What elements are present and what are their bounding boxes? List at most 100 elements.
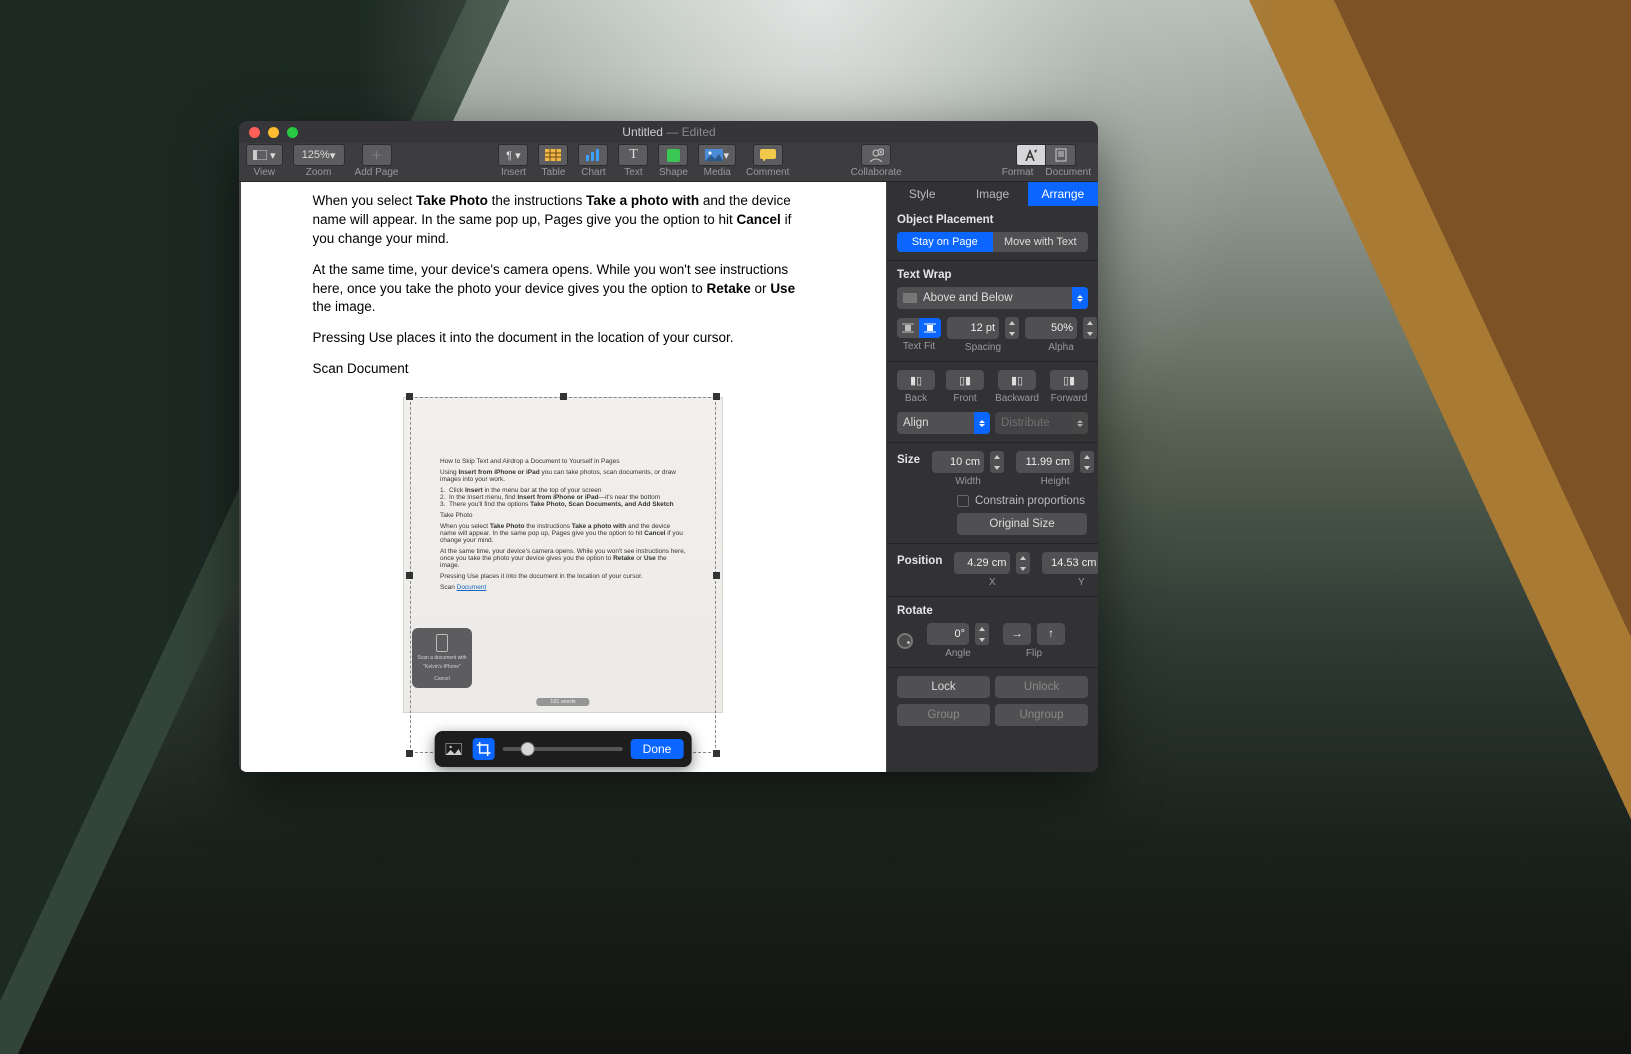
format-label: Format xyxy=(1002,167,1034,178)
comment-label: Comment xyxy=(746,167,789,178)
paragraph-1[interactable]: When you select Take Photo the instructi… xyxy=(313,192,814,249)
ungroup-button[interactable]: Ungroup xyxy=(995,704,1088,726)
height-stepper[interactable] xyxy=(1080,451,1094,473)
resize-handle-tl[interactable] xyxy=(406,393,413,400)
resize-handle-ml[interactable] xyxy=(406,572,413,579)
image-edit-toolbar: Done xyxy=(435,731,692,767)
bring-forward-button[interactable]: ▯▮ xyxy=(1050,370,1088,390)
group-button[interactable]: Group xyxy=(897,704,990,726)
zoom-dropdown[interactable]: 125% ▾ xyxy=(293,144,345,166)
table-label: Table xyxy=(542,167,566,178)
alpha-stepper[interactable] xyxy=(1083,317,1097,339)
format-button[interactable] xyxy=(1016,144,1046,166)
zoom-label: Zoom xyxy=(306,167,332,178)
resize-handle-mr[interactable] xyxy=(713,572,720,579)
forward-label: Forward xyxy=(1051,393,1088,404)
height-label: Height xyxy=(1041,476,1070,487)
paragraph-3[interactable]: Pressing Use places it into the document… xyxy=(313,329,814,348)
add-page-label: Add Page xyxy=(355,167,399,178)
slider-knob[interactable] xyxy=(521,742,535,756)
text-button[interactable]: T xyxy=(618,144,648,166)
alpha-input[interactable]: 50% xyxy=(1025,317,1077,339)
spacing-stepper[interactable] xyxy=(1005,317,1019,339)
comment-button[interactable] xyxy=(753,144,783,166)
resize-handle-tm[interactable] xyxy=(560,393,567,400)
stay-on-page-button[interactable]: Stay on Page xyxy=(897,232,993,252)
constrain-checkbox[interactable] xyxy=(957,495,969,507)
media-label: Media xyxy=(704,167,731,178)
x-input[interactable]: 4.29 cm xyxy=(954,552,1010,574)
text-wrap-dropdown[interactable]: Above and Below xyxy=(897,287,1088,309)
view-label: View xyxy=(254,167,276,178)
spacing-input[interactable]: 12 pt xyxy=(947,317,999,339)
paragraph-2[interactable]: At the same time, your device's camera o… xyxy=(313,261,814,318)
tab-arrange[interactable]: Arrange xyxy=(1028,182,1098,206)
rotate-dial[interactable] xyxy=(897,633,913,649)
angle-label: Angle xyxy=(945,648,971,659)
minimize-traffic-light[interactable] xyxy=(268,127,279,138)
view-button[interactable]: ▾ xyxy=(246,144,283,166)
send-backward-button[interactable]: ▮▯ xyxy=(998,370,1036,390)
media-button[interactable]: ▾ xyxy=(698,144,736,166)
flip-vertical-button[interactable]: ↑ xyxy=(1037,623,1065,645)
textfit-tight-button[interactable] xyxy=(919,318,941,338)
unlock-button[interactable]: Unlock xyxy=(995,676,1088,698)
angle-input[interactable]: 0° xyxy=(927,623,969,645)
page[interactable]: When you select Take Photo the instructi… xyxy=(241,182,886,772)
document-label: Document xyxy=(1045,167,1091,178)
zoom-value: 125% xyxy=(302,149,330,161)
zoom-traffic-light[interactable] xyxy=(287,127,298,138)
shape-button[interactable] xyxy=(658,144,688,166)
resize-handle-bl[interactable] xyxy=(406,750,413,757)
collaborate-label: Collaborate xyxy=(851,167,902,178)
close-traffic-light[interactable] xyxy=(249,127,260,138)
alpha-label: Alpha xyxy=(1048,342,1074,353)
resize-handle-br[interactable] xyxy=(713,750,720,757)
done-button[interactable]: Done xyxy=(631,739,684,759)
x-stepper[interactable] xyxy=(1016,552,1030,574)
document-button[interactable] xyxy=(1046,144,1076,166)
front-label: Front xyxy=(953,393,976,404)
send-back-button[interactable]: ▮▯ xyxy=(897,370,935,390)
align-dropdown[interactable]: Align xyxy=(897,412,990,434)
move-with-text-button[interactable]: Move with Text xyxy=(993,232,1089,252)
y-label: Y xyxy=(1078,577,1085,588)
zoom-slider[interactable] xyxy=(503,747,623,751)
mask-mode-button[interactable] xyxy=(443,738,465,760)
distribute-label: Distribute xyxy=(1001,417,1066,429)
original-size-button[interactable]: Original Size xyxy=(957,513,1087,535)
textfit-auto-button[interactable] xyxy=(897,318,919,338)
y-input[interactable]: 14.53 cm xyxy=(1042,552,1098,574)
chart-button[interactable] xyxy=(578,144,608,166)
width-label: Width xyxy=(955,476,981,487)
insert-button[interactable]: ¶ ▾ xyxy=(498,144,528,166)
tab-style[interactable]: Style xyxy=(887,182,957,206)
tab-image[interactable]: Image xyxy=(957,182,1027,206)
inspector-sidebar: Style Image Arrange Object Placement Sta… xyxy=(887,182,1098,772)
resize-handle-tr[interactable] xyxy=(713,393,720,400)
document-area[interactable]: When you select Take Photo the instructi… xyxy=(239,182,887,772)
x-label: X xyxy=(989,577,996,588)
titlebar: Untitled — Edited xyxy=(239,121,1098,143)
bring-front-button[interactable]: ▯▮ xyxy=(946,370,984,390)
distribute-dropdown[interactable]: Distribute xyxy=(995,412,1088,434)
paragraph-4[interactable]: Scan Document xyxy=(313,360,814,379)
crop-mode-button[interactable] xyxy=(473,738,495,760)
height-input[interactable]: 11.99 cm xyxy=(1016,451,1074,473)
angle-stepper[interactable] xyxy=(975,623,989,645)
width-stepper[interactable] xyxy=(990,451,1004,473)
position-title: Position xyxy=(897,555,942,567)
align-label: Align xyxy=(903,417,968,429)
selected-image-frame[interactable]: How to Skip Text and Airdrop a Document … xyxy=(410,397,716,753)
lock-button[interactable]: Lock xyxy=(897,676,990,698)
window-title: Untitled — Edited xyxy=(306,125,1032,139)
flip-horizontal-button[interactable]: → xyxy=(1003,623,1031,645)
table-button[interactable] xyxy=(538,144,568,166)
title-edited: — Edited xyxy=(663,125,716,139)
collaborate-button[interactable] xyxy=(861,144,891,166)
width-input[interactable]: 10 cm xyxy=(932,451,984,473)
object-placement-title: Object Placement xyxy=(897,214,1088,226)
add-page-button[interactable]: ＋ xyxy=(362,144,392,166)
text-label: Text xyxy=(624,167,642,178)
rotate-title: Rotate xyxy=(897,605,1088,617)
